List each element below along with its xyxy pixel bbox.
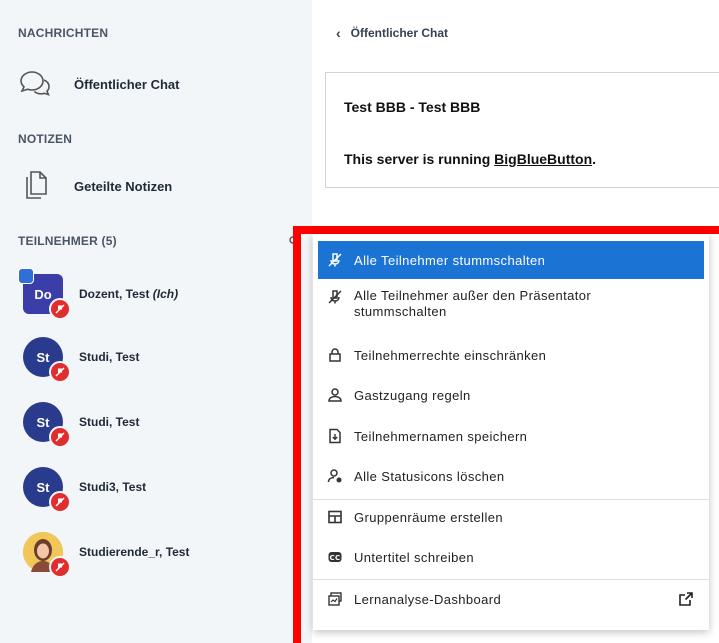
- external-link-icon: [678, 591, 694, 610]
- rooms-icon: [326, 508, 344, 526]
- menu-item-label: Untertitel schreiben: [354, 549, 474, 565]
- avatar-photo: [23, 532, 71, 578]
- menu-divider: [313, 579, 709, 580]
- download-icon: [326, 427, 344, 445]
- chat-header-back[interactable]: ‹ Öffentlicher Chat: [336, 25, 448, 41]
- public-chat-label: Öffentlicher Chat: [74, 76, 180, 92]
- user-name: Studi3, Test: [79, 480, 147, 494]
- avatar: St: [23, 402, 71, 448]
- sidebar: NACHRICHTEN Öffentlicher Chat NOTIZEN Ge…: [0, 0, 312, 643]
- welcome-title: Test BBB - Test BBB: [344, 99, 481, 115]
- sidebar-item-public-chat[interactable]: Öffentlicher Chat: [18, 64, 179, 104]
- menu-item-mute-all-except-presenter[interactable]: Alle Teilnehmer außer den Präsentator st…: [318, 288, 704, 326]
- svg-text:CC: CC: [329, 554, 340, 562]
- welcome-server-line: This server is running BigBlueButton.: [344, 151, 597, 167]
- user-name: Studi, Test: [79, 350, 140, 364]
- mic-off-icon: [326, 251, 344, 269]
- avatar: St: [23, 467, 71, 513]
- menu-item-label: Alle Teilnehmer stummschalten: [354, 252, 546, 268]
- you-marker: (Ich): [152, 287, 179, 301]
- muted-mic-icon: [49, 426, 71, 448]
- user-name: Studi, Test: [79, 415, 140, 429]
- muted-mic-icon: [49, 556, 71, 578]
- welcome-message: Test BBB - Test BBB This server is runni…: [325, 72, 719, 188]
- clear-status-icon: [326, 467, 344, 485]
- avatar-initials: St: [36, 414, 50, 430]
- shared-notes-label: Geteilte Notizen: [74, 178, 173, 194]
- menu-divider: [313, 499, 709, 500]
- chat-bubbles-icon: [18, 67, 52, 101]
- user-icon: [326, 386, 344, 404]
- menu-item-label: Alle Statusicons löschen: [354, 468, 505, 484]
- menu-item-label: Gruppenräume erstellen: [354, 509, 503, 525]
- sidebar-item-shared-notes[interactable]: Geteilte Notizen: [18, 166, 172, 206]
- chat-title: Öffentlicher Chat: [350, 26, 449, 40]
- avatar: Do: [18, 268, 71, 320]
- cc-icon: CC: [326, 548, 344, 566]
- menu-item-lock-viewers[interactable]: Teilnehmerrechte einschränken: [318, 342, 704, 368]
- muted-mic-icon: [49, 361, 71, 383]
- user-list-item[interactable]: Studierende_r, Test: [23, 530, 190, 578]
- avatar-initials: Do: [34, 286, 52, 302]
- manage-users-menu: Alle Teilnehmer stummschalten Alle Teiln…: [313, 234, 709, 630]
- user-list-item[interactable]: St Studi3, Test: [23, 465, 147, 513]
- user-list-item[interactable]: St Studi, Test: [23, 400, 140, 448]
- avatar: St: [23, 337, 71, 383]
- menu-item-label: Gastzugang regeln: [354, 387, 471, 403]
- menu-item-guest-policy[interactable]: Gastzugang regeln: [318, 382, 704, 408]
- muted-mic-icon: [49, 491, 71, 513]
- menu-item-save-user-names[interactable]: Teilnehmernamen speichern: [318, 423, 704, 449]
- user-list-item[interactable]: Do Dozent, Test (Ich): [18, 268, 179, 320]
- participants-section-title: TEILNEHMER (5): [18, 234, 117, 248]
- mic-off-icon: [326, 288, 344, 306]
- messages-section-title: NACHRICHTEN: [18, 26, 109, 40]
- user-name: Dozent, Test (Ich): [79, 287, 179, 301]
- lock-icon: [326, 346, 344, 364]
- avatar-initials: St: [36, 349, 50, 365]
- menu-item-label: Alle Teilnehmer außer den Präsentator st…: [354, 288, 592, 319]
- menu-item-write-captions[interactable]: CC Untertitel schreiben: [318, 544, 704, 570]
- user-list-item[interactable]: St Studi, Test: [23, 335, 140, 383]
- presenter-icon: [18, 268, 34, 284]
- user-name: Studierende_r, Test: [79, 545, 190, 559]
- menu-item-label: Teilnehmernamen speichern: [354, 428, 528, 444]
- dashboard-icon: [326, 590, 344, 608]
- bigbluebutton-link[interactable]: BigBlueButton: [494, 151, 592, 167]
- avatar-initials: St: [36, 479, 50, 495]
- menu-item-learning-dashboard[interactable]: Lernanalyse-Dashboard: [318, 586, 704, 612]
- menu-item-clear-status[interactable]: Alle Statusicons löschen: [318, 463, 704, 489]
- muted-mic-icon: [49, 298, 71, 320]
- notes-pages-icon: [18, 169, 52, 203]
- menu-item-create-breakout-rooms[interactable]: Gruppenräume erstellen: [318, 504, 704, 530]
- menu-item-mute-all[interactable]: Alle Teilnehmer stummschalten: [318, 241, 704, 279]
- chevron-left-icon: ‹: [336, 25, 341, 41]
- notes-section-title: NOTIZEN: [18, 132, 73, 146]
- menu-item-label: Teilnehmerrechte einschränken: [354, 347, 547, 363]
- menu-item-label: Lernanalyse-Dashboard: [354, 591, 502, 607]
